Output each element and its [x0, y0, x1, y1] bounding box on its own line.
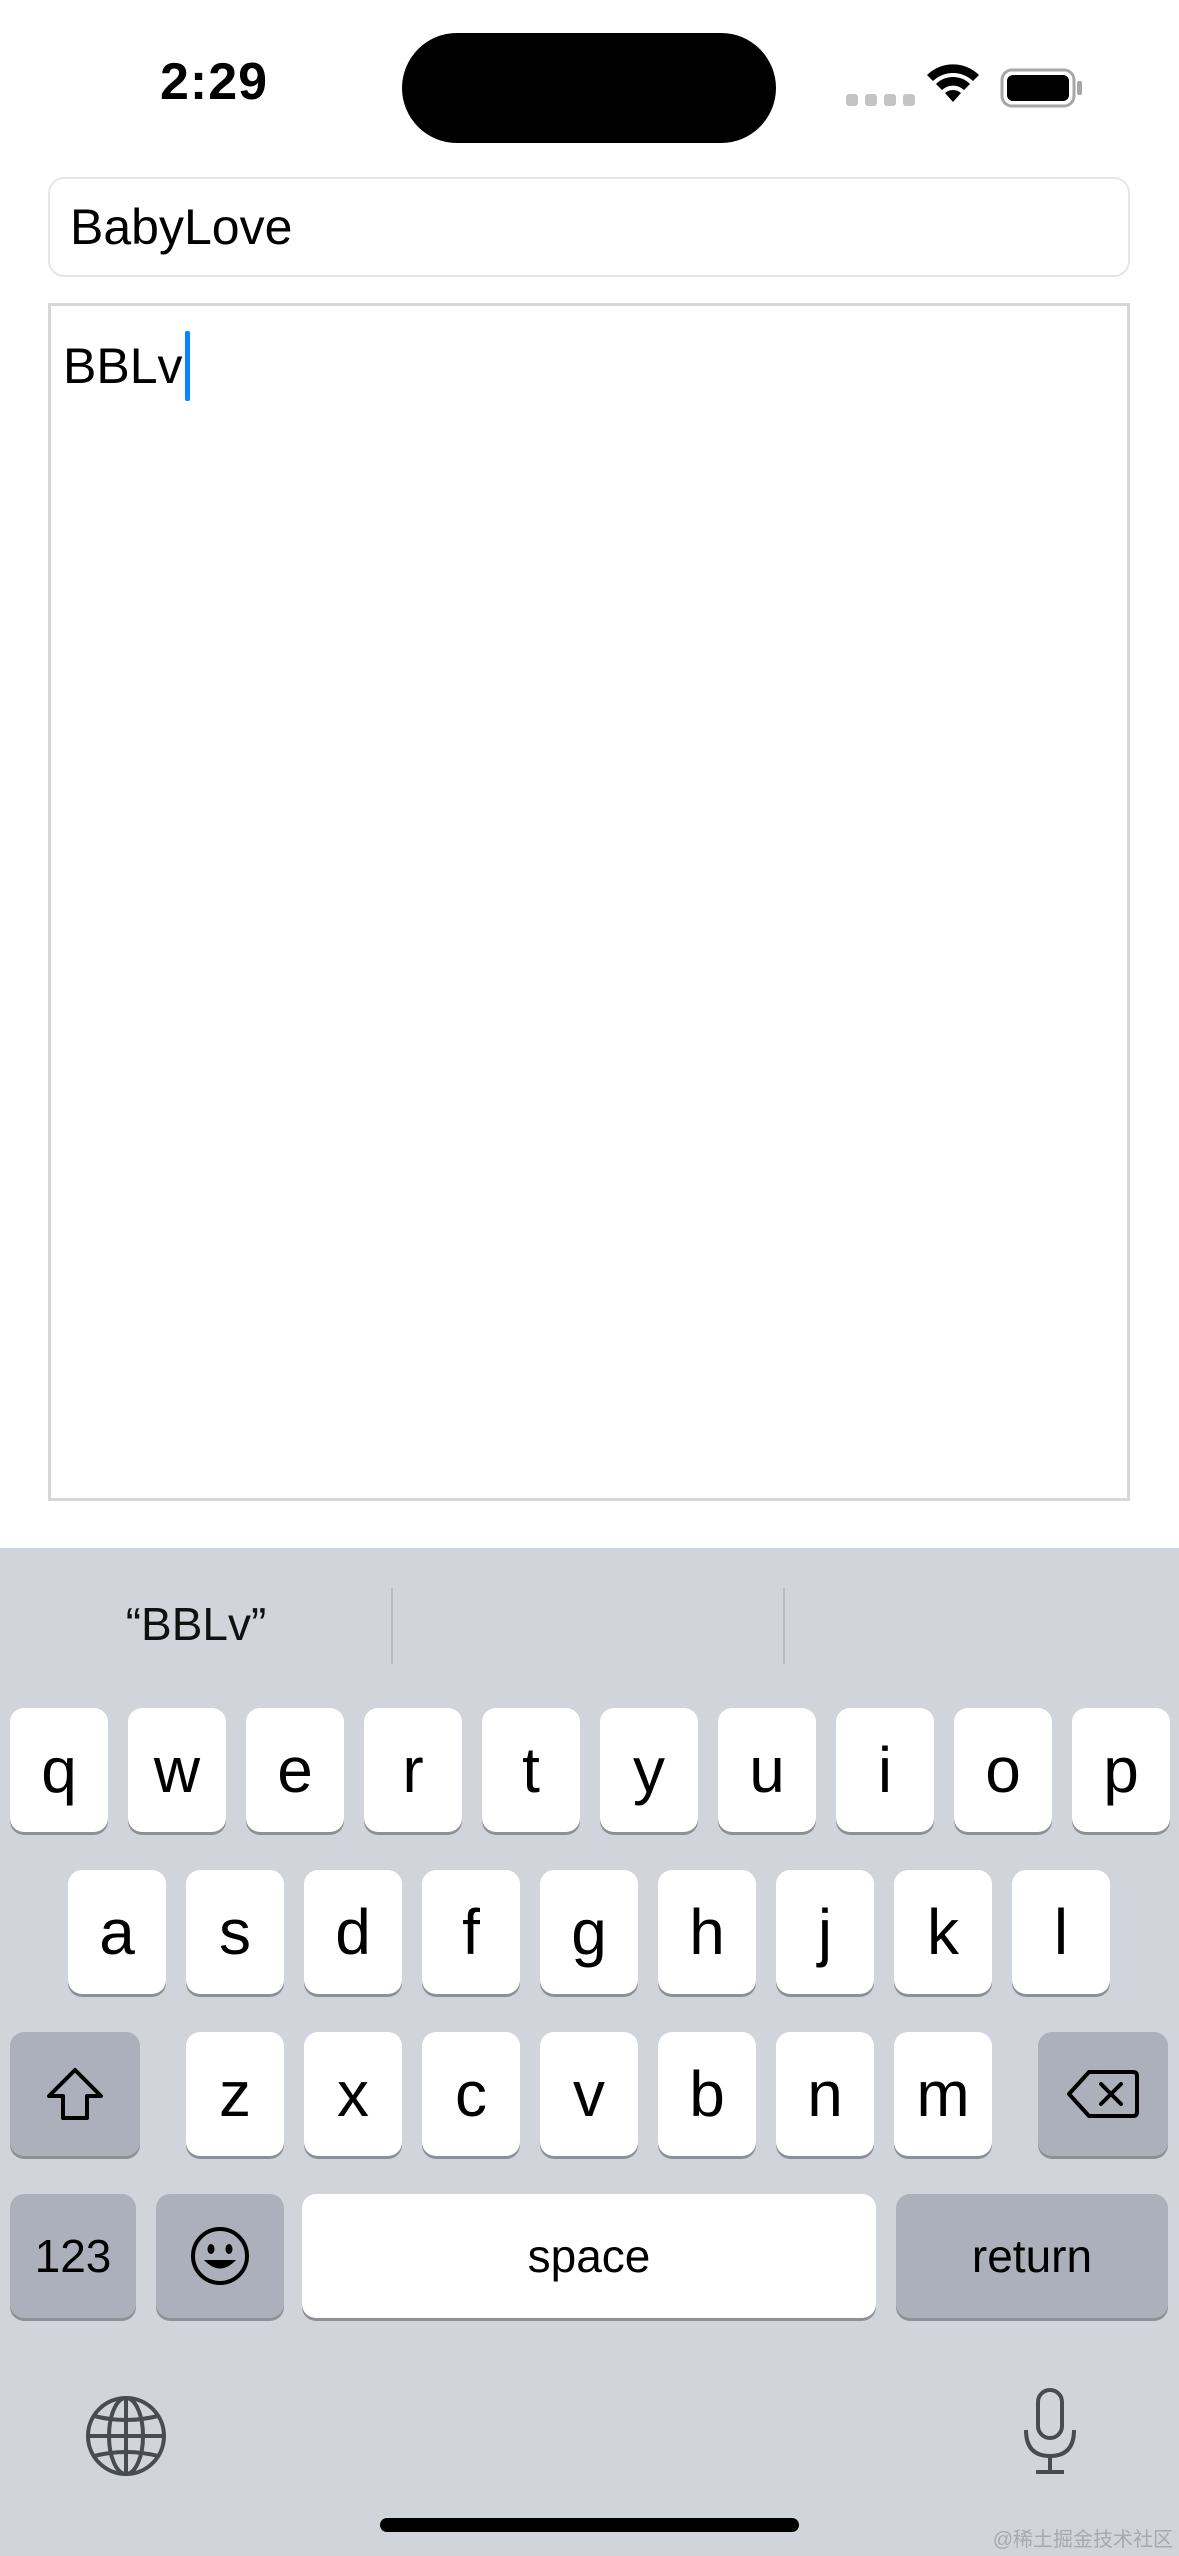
numbers-key[interactable]: 123: [10, 2194, 136, 2318]
globe-icon[interactable]: [84, 2394, 168, 2478]
key-m[interactable]: m: [894, 2032, 992, 2156]
key-s[interactable]: s: [186, 1870, 284, 1994]
key-q[interactable]: q: [10, 1708, 108, 1832]
shift-key[interactable]: [10, 2032, 140, 2156]
emoji-icon: [191, 2227, 249, 2285]
text-cursor: [184, 331, 190, 401]
key-h[interactable]: h: [658, 1870, 756, 1994]
delete-key[interactable]: [1038, 2032, 1168, 2156]
space-key[interactable]: space: [302, 2194, 876, 2318]
suggestion-2[interactable]: [393, 1584, 783, 1664]
home-indicator: [380, 2518, 799, 2532]
key-i[interactable]: i: [836, 1708, 934, 1832]
key-b[interactable]: b: [658, 2032, 756, 2156]
key-z[interactable]: z: [186, 2032, 284, 2156]
key-f[interactable]: f: [422, 1870, 520, 1994]
key-t[interactable]: t: [482, 1708, 580, 1832]
key-c[interactable]: c: [422, 2032, 520, 2156]
key-l[interactable]: l: [1012, 1870, 1110, 1994]
delete-icon: [1067, 2070, 1139, 2118]
key-v[interactable]: v: [540, 2032, 638, 2156]
microphone-icon[interactable]: [1018, 2386, 1082, 2478]
key-r[interactable]: r: [364, 1708, 462, 1832]
key-w[interactable]: w: [128, 1708, 226, 1832]
key-o[interactable]: o: [954, 1708, 1052, 1832]
return-key[interactable]: return: [896, 2194, 1168, 2318]
text-area-value: BBLv: [63, 338, 183, 394]
key-y[interactable]: y: [600, 1708, 698, 1832]
key-x[interactable]: x: [304, 2032, 402, 2156]
wifi-icon: [927, 64, 979, 102]
key-p[interactable]: p: [1072, 1708, 1170, 1832]
suggestion-1[interactable]: “BBLv”: [0, 1584, 392, 1664]
name-input[interactable]: BabyLove: [48, 177, 1130, 277]
key-g[interactable]: g: [540, 1870, 638, 1994]
name-input-value: BabyLove: [70, 199, 293, 255]
status-time: 2:29: [160, 53, 269, 111]
key-k[interactable]: k: [894, 1870, 992, 1994]
emoji-key[interactable]: [156, 2194, 284, 2318]
keyboard: “BBLv” q w e r t y u i o p a s d f g h j…: [0, 1548, 1179, 2556]
key-a[interactable]: a: [68, 1870, 166, 1994]
signal-dots-icon: [846, 94, 915, 106]
key-n[interactable]: n: [776, 2032, 874, 2156]
key-j[interactable]: j: [776, 1870, 874, 1994]
key-e[interactable]: e: [246, 1708, 344, 1832]
key-u[interactable]: u: [718, 1708, 816, 1832]
shift-icon: [47, 2068, 103, 2120]
watermark: @稀土掘金技术社区: [992, 2529, 1173, 2551]
text-area[interactable]: BBLv: [48, 303, 1130, 1501]
suggestion-3[interactable]: [785, 1584, 1179, 1664]
suggestion-bar: “BBLv”: [0, 1548, 1179, 1698]
battery-icon: [1000, 68, 1082, 108]
dynamic-island: [402, 33, 776, 143]
key-d[interactable]: d: [304, 1870, 402, 1994]
